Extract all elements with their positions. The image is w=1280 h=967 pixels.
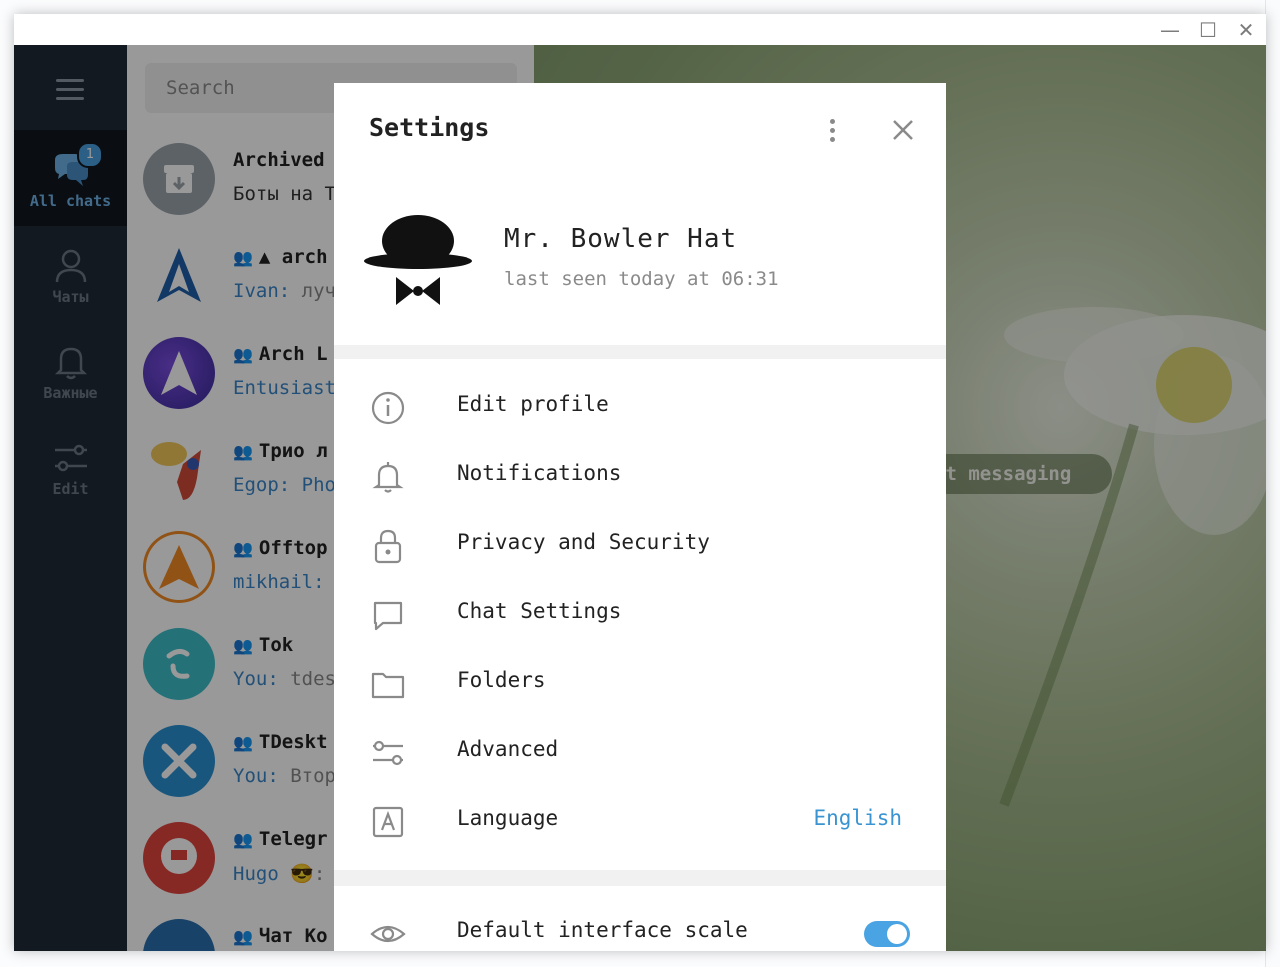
- minimize-button[interactable]: —: [1156, 18, 1184, 42]
- close-icon[interactable]: [888, 115, 918, 145]
- profile-avatar[interactable]: [362, 211, 474, 311]
- menu-label: Language: [457, 806, 559, 830]
- menu-label: Default interface scale: [457, 918, 748, 942]
- profile-name: Mr. Bowler Hat: [504, 224, 738, 254]
- lock-icon: [374, 529, 402, 564]
- maximize-button[interactable]: ☐: [1194, 18, 1222, 42]
- folder-icon: [371, 672, 405, 699]
- section-divider: [334, 345, 946, 359]
- close-window-button[interactable]: ✕: [1232, 18, 1260, 42]
- eye-icon: [370, 925, 406, 943]
- menu-label: Chat Settings: [457, 599, 622, 623]
- menu-default-scale[interactable]: Default interface scale: [334, 898, 946, 951]
- scale-toggle[interactable]: [864, 921, 910, 947]
- title-bar: — ☐ ✕: [14, 14, 1266, 45]
- settings-modal: Settings Mr. Bowler Hat last seen today …: [334, 83, 946, 951]
- menu-edit-profile[interactable]: Edit profile: [334, 372, 946, 441]
- menu-label: Privacy and Security: [457, 530, 710, 554]
- more-options-icon[interactable]: [830, 119, 835, 146]
- language-icon: [372, 806, 404, 838]
- profile-status: last seen today at 06:31: [504, 268, 779, 290]
- language-value: English: [813, 806, 902, 830]
- menu-privacy-security[interactable]: Privacy and Security: [334, 510, 946, 579]
- background-app-right-edge: [1265, 0, 1280, 967]
- sliders-icon: [373, 740, 403, 766]
- toggle-knob: [887, 924, 907, 944]
- menu-chat-settings[interactable]: Chat Settings: [334, 579, 946, 648]
- settings-title: Settings: [369, 113, 490, 142]
- menu-label: Edit profile: [457, 392, 609, 416]
- section-divider: [334, 870, 946, 886]
- menu-folders[interactable]: Folders: [334, 648, 946, 717]
- chat-bubble-icon: [373, 601, 403, 631]
- menu-advanced[interactable]: Advanced: [334, 717, 946, 786]
- menu-notifications[interactable]: Notifications: [334, 441, 946, 510]
- menu-label: Advanced: [457, 737, 559, 761]
- bell-icon: [372, 462, 404, 493]
- info-icon: [371, 391, 405, 425]
- menu-label: Folders: [457, 668, 546, 692]
- menu-label: Notifications: [457, 461, 622, 485]
- menu-language[interactable]: Language English: [334, 786, 946, 855]
